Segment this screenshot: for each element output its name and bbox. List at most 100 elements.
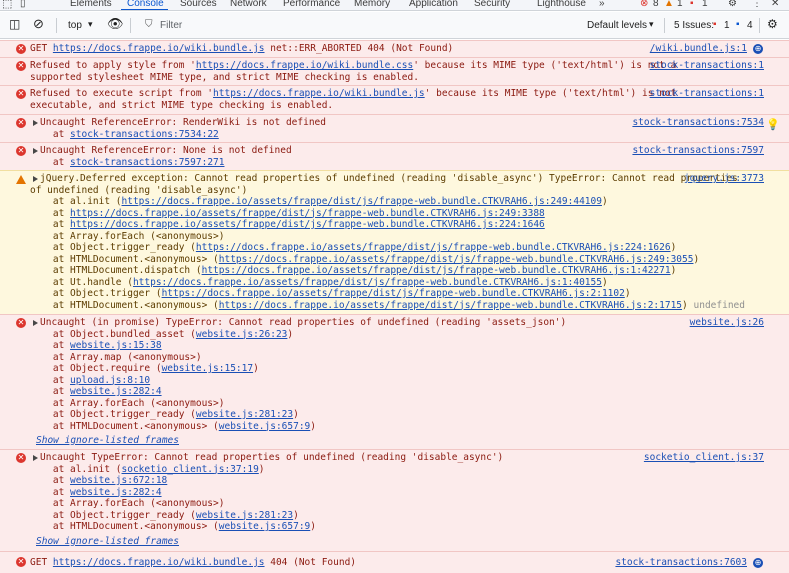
settings-gear-icon[interactable]: ⚙ (728, 0, 737, 9)
stack-frame-link[interactable]: https://docs.frappe.io/assets/frappe/dis… (219, 254, 694, 265)
source-link[interactable]: stock-transactions:1 (650, 60, 764, 71)
stack-frame-link[interactable]: website.js:282:4 (70, 487, 162, 498)
more-options-icon[interactable]: ⋮ (752, 0, 762, 9)
context-selector[interactable]: top (68, 20, 82, 31)
network-request-icon[interactable]: ⊕ (753, 558, 763, 568)
log-levels-dropdown[interactable]: Default levels (587, 20, 647, 31)
chevron-down-icon[interactable]: ▾ (88, 19, 93, 30)
source-link[interactable]: stock-transactions:1 (650, 88, 764, 99)
tab-elements[interactable]: Elements (70, 0, 112, 9)
source-link[interactable]: jquery.js:3773 (684, 173, 764, 184)
console-message-error: ✕ Uncaught ReferenceError: None is not d… (0, 142, 789, 170)
stack-frame-link[interactable]: https://docs.frappe.io/assets/frappe/dis… (122, 196, 602, 207)
filter-input[interactable]: ⛉ Filter (136, 17, 576, 34)
tab-memory[interactable]: Memory (354, 0, 390, 9)
stack-frame-link[interactable]: https://docs.frappe.io/assets/frappe/dis… (70, 208, 545, 219)
stack-frame: at Object.trigger (https://docs.frappe.i… (30, 288, 631, 299)
stack-frame-link[interactable]: website.js:657:9 (219, 521, 311, 532)
stack-frame-link[interactable]: website.js:15:38 (70, 340, 162, 351)
console-message-error: ✕ Refused to apply style from 'https://d… (0, 57, 789, 85)
stack-frame-link[interactable]: website.js:657:9 (219, 421, 311, 432)
stack-frame: at website.js:15:38 (30, 340, 162, 351)
stack-frame-link[interactable]: https://docs.frappe.io/assets/frappe/dis… (219, 300, 682, 311)
stack-frame-link[interactable]: stock-transactions:7597:271 (70, 157, 224, 168)
message-text: jQuery.Deferred exception: Cannot read p… (40, 173, 738, 184)
stack-frame-link[interactable]: website.js:15:17 (162, 363, 254, 374)
issues-label[interactable]: 5 Issues: (674, 20, 714, 31)
stack-frame-link[interactable]: https://docs.frappe.io/assets/frappe/dis… (70, 219, 545, 230)
expand-triangle-icon[interactable] (33, 176, 38, 182)
live-expression-eye-icon[interactable]: 👁 (107, 16, 124, 32)
stack-frame-link[interactable]: https://docs.frappe.io/assets/frappe/dis… (133, 277, 602, 288)
filter-placeholder: Filter (160, 20, 183, 31)
tab-performance[interactable]: Performance (283, 0, 340, 9)
stack-frame-link[interactable]: upload.js:8:10 (70, 375, 150, 386)
stack-frame: at al.init (https://docs.frappe.io/asset… (30, 196, 608, 207)
message-text: Uncaught (in promise) TypeError: Cannot … (40, 317, 567, 328)
clear-console-icon[interactable]: ⊘ (33, 16, 44, 32)
show-ignore-listed-frames-link[interactable]: Show ignore-listed frames (36, 435, 179, 446)
expand-triangle-icon[interactable] (33, 455, 38, 461)
more-tabs-button[interactable]: » (599, 0, 605, 9)
console-message-error: ✕ GET https://docs.frappe.io/wiki.bundle… (0, 551, 789, 573)
stack-frame-link[interactable]: https://docs.frappe.io/assets/frappe/dis… (196, 242, 671, 253)
tab-console[interactable]: Console (127, 0, 164, 9)
stack-frame: at Object.trigger_ready (website.js:281:… (30, 509, 299, 521)
tab-application[interactable]: Application (409, 0, 458, 9)
message-text-continued: of undefined (reading 'disable_async') (30, 184, 248, 196)
warning-count-icon[interactable]: ▲ (664, 0, 674, 9)
request-url-link[interactable]: https://docs.frappe.io/wiki.bundle.js (53, 43, 265, 54)
stylesheet-url-link[interactable]: https://docs.frappe.io/wiki.bundle.css (196, 60, 413, 71)
error-count: 8 (653, 0, 659, 9)
source-link[interactable]: stock-transactions:7534 (632, 117, 764, 128)
insights-bulb-icon[interactable]: 💡 (766, 118, 780, 131)
expand-triangle-icon[interactable] (33, 120, 38, 126)
tab-security[interactable]: Security (474, 0, 510, 9)
stack-frame: at Ut.handle (https://docs.frappe.io/ass… (30, 276, 608, 288)
stack-frame: at HTMLDocument.<anonymous> (https://doc… (30, 299, 745, 311)
message-text: Refused to apply style from 'https://doc… (30, 60, 677, 71)
source-link[interactable]: /wiki.bundle.js:1 (650, 43, 747, 54)
source-link[interactable]: website.js:26 (690, 317, 764, 328)
stack-frame: at Array.forEach (<anonymous>) (30, 230, 225, 242)
error-count-icon[interactable]: ⊗ (640, 0, 648, 9)
stack-frame: at al.init (socketio_client.js:37:19) (30, 463, 265, 475)
stack-frame-link[interactable]: socketio_client.js:37:19 (122, 464, 259, 475)
devtools-tabbar: ⬚ ▯ Elements Console Sources Network Per… (0, 0, 789, 11)
stack-frame-link[interactable]: website.js:282:4 (70, 386, 162, 397)
stack-frame-link[interactable]: stock-transactions:7534:22 (70, 129, 219, 140)
stack-frame-link[interactable]: https://docs.frappe.io/assets/frappe/dis… (162, 288, 625, 299)
tab-sources[interactable]: Sources (180, 0, 217, 9)
network-request-icon[interactable]: ⊕ (753, 44, 763, 54)
stack-frame-link[interactable]: https://docs.frappe.io/assets/frappe/dis… (202, 265, 671, 276)
tab-network[interactable]: Network (230, 0, 267, 9)
message-text: Uncaught TypeError: Cannot read properti… (40, 452, 504, 463)
expand-triangle-icon[interactable] (33, 320, 38, 326)
stack-frame: at Array.map (<anonymous>) (30, 351, 202, 363)
stack-frame-link[interactable]: website.js:672:18 (70, 475, 167, 486)
stack-frame: at website.js:672:18 (30, 475, 168, 486)
source-link[interactable]: socketio_client.js:37 (644, 452, 764, 463)
show-ignore-listed-frames-link[interactable]: Show ignore-listed frames (36, 536, 179, 547)
console-settings-gear-icon[interactable]: ⚙ (767, 17, 778, 31)
filter-funnel-icon: ⛉ (145, 19, 153, 30)
console-toolbar: ◫ ⊘ top ▾ 👁 ⛉ Filter Default levels ▾ 5 … (0, 12, 789, 39)
inspect-element-icon[interactable]: ⬚ (2, 0, 12, 10)
show-sidebar-icon[interactable]: ◫ (9, 17, 20, 31)
stack-frame: at website.js:282:4 (30, 486, 162, 498)
stack-frame-link[interactable]: website.js:281:23 (196, 510, 293, 521)
chevron-down-icon[interactable]: ▾ (649, 19, 654, 30)
stack-frame-link[interactable]: website.js:26:23 (196, 329, 288, 340)
source-link[interactable]: stock-transactions:7603 (615, 557, 747, 568)
script-url-link[interactable]: https://docs.frappe.io/wiki.bundle.js (213, 88, 425, 99)
stack-frame-link[interactable]: website.js:281:23 (196, 409, 293, 420)
close-devtools-icon[interactable]: ✕ (771, 0, 779, 9)
error-icon: ✕ (16, 557, 26, 567)
tab-lighthouse[interactable]: Lighthouse (537, 0, 586, 9)
device-toolbar-icon[interactable]: ▯ (20, 0, 26, 9)
source-link[interactable]: stock-transactions:7597 (632, 145, 764, 156)
request-url-link[interactable]: https://docs.frappe.io/wiki.bundle.js (53, 557, 265, 568)
expand-triangle-icon[interactable] (33, 148, 38, 154)
message-text-continued: supported stylesheet MIME type, and stri… (30, 71, 419, 83)
issue-count-icon[interactable]: ▪ (690, 0, 694, 9)
